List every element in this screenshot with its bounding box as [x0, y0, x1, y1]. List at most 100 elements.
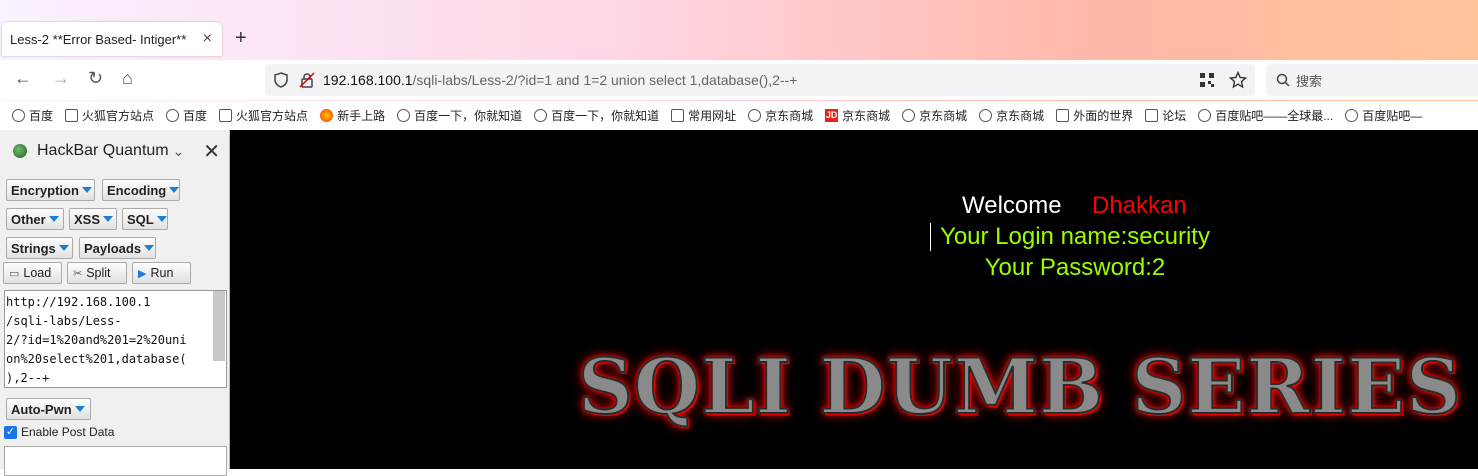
bookmark-item[interactable]: 百度贴吧——全球最... — [1198, 107, 1333, 124]
caret-down-icon — [169, 187, 180, 193]
load-icon: ▭ — [9, 267, 20, 280]
bookmark-label: 京东商城 — [996, 109, 1045, 123]
strings-label: Strings — [11, 240, 56, 256]
caret-down-icon — [81, 187, 92, 193]
bookmark-label: 百度贴吧——全球最... — [1215, 109, 1334, 123]
hackbar-panel: HackBar Quantum ⌄ ✕ Encryption Encoding … — [0, 130, 230, 476]
load-button[interactable]: ▭ Load — [3, 262, 62, 284]
textarea-scrollbar[interactable] — [213, 291, 225, 361]
forward-icon[interactable]: → — [52, 68, 70, 89]
other-menu[interactable]: Other — [6, 208, 64, 230]
bookmark-item[interactable]: 百度一下，你就知道 — [397, 107, 522, 124]
login-name-text: Your Login name:security — [940, 223, 1210, 250]
bookmark-item[interactable]: 京东商城 — [979, 107, 1044, 124]
caret-down-icon — [144, 245, 155, 251]
bookmark-item[interactable]: 新手上路 — [320, 107, 385, 124]
bookmark-item[interactable]: 京东商城 — [902, 107, 967, 124]
sql-label: SQL — [127, 211, 154, 227]
globe-icon — [534, 109, 548, 122]
new-tab-button[interactable]: + — [235, 27, 247, 50]
url-bar[interactable]: 192.168.100.1/sqli-labs/Less-2/?id=1 and… — [265, 64, 1255, 96]
navigation-bar: ← → ↻ ⌂ 192.168.100.1/sqli-labs/Less-2/?… — [0, 60, 1478, 100]
page-content: Welcome Dhakkan Your Login name:security… — [230, 130, 1478, 469]
payloads-menu[interactable]: Payloads — [79, 237, 156, 259]
enable-post-checkbox[interactable]: ✓ — [4, 425, 17, 439]
close-icon[interactable]: ✕ — [203, 139, 220, 164]
bookmark-star-icon[interactable] — [1229, 71, 1247, 89]
encryption-menu[interactable]: Encryption — [6, 179, 95, 201]
bookmark-label: 京东商城 — [919, 109, 968, 123]
bookmark-item[interactable]: 论坛 — [1145, 107, 1186, 124]
caret-down-icon — [156, 216, 167, 222]
load-label: Load — [23, 266, 52, 280]
sql-menu[interactable]: SQL — [122, 208, 168, 230]
tab-title: Less-2 **Error Based- Intiger** — [10, 31, 187, 47]
jd-icon: JD — [825, 109, 839, 122]
bookmark-item[interactable]: 常用网址 — [671, 107, 736, 124]
bookmark-label: 常用网址 — [688, 109, 737, 123]
bookmark-item[interactable]: 百度贴吧— — [1345, 107, 1422, 124]
folder-icon — [1056, 109, 1070, 122]
split-label: Split — [86, 266, 111, 280]
search-input[interactable]: 搜索 — [1266, 64, 1478, 96]
encoding-label: Encoding — [107, 182, 167, 198]
url-host: 192.168.100.1 — [323, 72, 413, 88]
hackbar-url-textarea[interactable]: http://192.168.100.1 /sqli-labs/Less- 2/… — [4, 290, 227, 388]
tab-close-icon[interactable]: × — [203, 30, 212, 48]
bookmark-item[interactable]: 京东商城 — [748, 107, 813, 124]
bookmark-label: 百度一下，你就知道 — [551, 109, 660, 123]
shield-icon[interactable] — [273, 72, 289, 88]
tab-active[interactable]: Less-2 **Error Based- Intiger** × — [2, 22, 222, 56]
bookmark-item[interactable]: 百度一下，你就知道 — [534, 107, 659, 124]
caret-down-icon — [74, 406, 85, 412]
search-icon — [1276, 73, 1290, 87]
encoding-menu[interactable]: Encoding — [102, 179, 180, 201]
bookmark-label: 京东商城 — [842, 109, 891, 123]
enable-post-row[interactable]: ✓ Enable Post Data — [4, 425, 114, 439]
reload-icon[interactable]: ↻ — [88, 68, 103, 89]
xss-menu[interactable]: XSS — [69, 208, 117, 230]
globe-icon — [902, 109, 916, 122]
auto-pwn-label: Auto-Pwn — [11, 401, 72, 417]
home-icon[interactable]: ⌂ — [122, 68, 133, 89]
caret-down-icon — [58, 245, 69, 251]
bookmark-label: 京东商城 — [765, 109, 814, 123]
auto-pwn-menu[interactable]: Auto-Pwn — [6, 398, 91, 420]
folder-icon — [219, 109, 233, 122]
post-data-textarea[interactable] — [4, 446, 227, 476]
bookmark-label: 百度 — [183, 109, 208, 123]
back-icon[interactable]: ← — [14, 68, 32, 89]
caret-down-icon — [103, 216, 114, 222]
globe-icon — [12, 109, 25, 122]
bookmark-label: 百度 — [29, 109, 54, 123]
bookmark-label: 火狐官方站点 — [82, 109, 155, 123]
chevron-down-icon[interactable]: ⌄ — [173, 143, 185, 160]
caret-down-icon — [48, 216, 59, 222]
firefox-icon — [320, 109, 334, 122]
folder-icon — [1145, 109, 1159, 122]
bookmark-item[interactable]: 百度 — [12, 107, 53, 124]
bookmark-label: 百度一下，你就知道 — [414, 109, 523, 123]
run-label: Run — [150, 266, 174, 280]
qr-code-icon[interactable] — [1199, 72, 1215, 88]
bookmark-item[interactable]: 火狐官方站点 — [65, 107, 154, 124]
strings-menu[interactable]: Strings — [6, 237, 73, 259]
insecure-lock-icon[interactable] — [299, 72, 315, 88]
bookmark-item[interactable]: JD 京东商城 — [825, 107, 890, 124]
split-button[interactable]: ✂ Split — [67, 262, 127, 284]
bookmark-label: 火狐官方站点 — [236, 109, 309, 123]
globe-icon — [979, 109, 993, 122]
bookmark-item[interactable]: 火狐官方站点 — [219, 107, 308, 124]
run-button[interactable]: ▶ Run — [132, 262, 191, 284]
bookmarks-toolbar: 百度 火狐官方站点 百度 火狐官方站点 新手上路 百度一下，你就知道 百度一下，你就知道 常用… — [0, 101, 1478, 130]
search-placeholder: 搜索 — [1296, 73, 1323, 89]
hackbar-header: HackBar Quantum ⌄ ✕ — [0, 130, 230, 172]
bookmark-item[interactable]: 百度 — [166, 107, 207, 124]
folder-icon — [671, 109, 685, 122]
password-text: Your Password:2 — [984, 254, 1166, 281]
sqli-banner: SQLI DUMB SERIES — [577, 341, 1462, 432]
bookmark-item[interactable]: 外面的世界 — [1056, 107, 1133, 124]
xss-label: XSS — [74, 211, 101, 227]
enable-post-label: Enable Post Data — [21, 425, 115, 439]
hackbar-title[interactable]: HackBar Quantum — [37, 142, 169, 160]
